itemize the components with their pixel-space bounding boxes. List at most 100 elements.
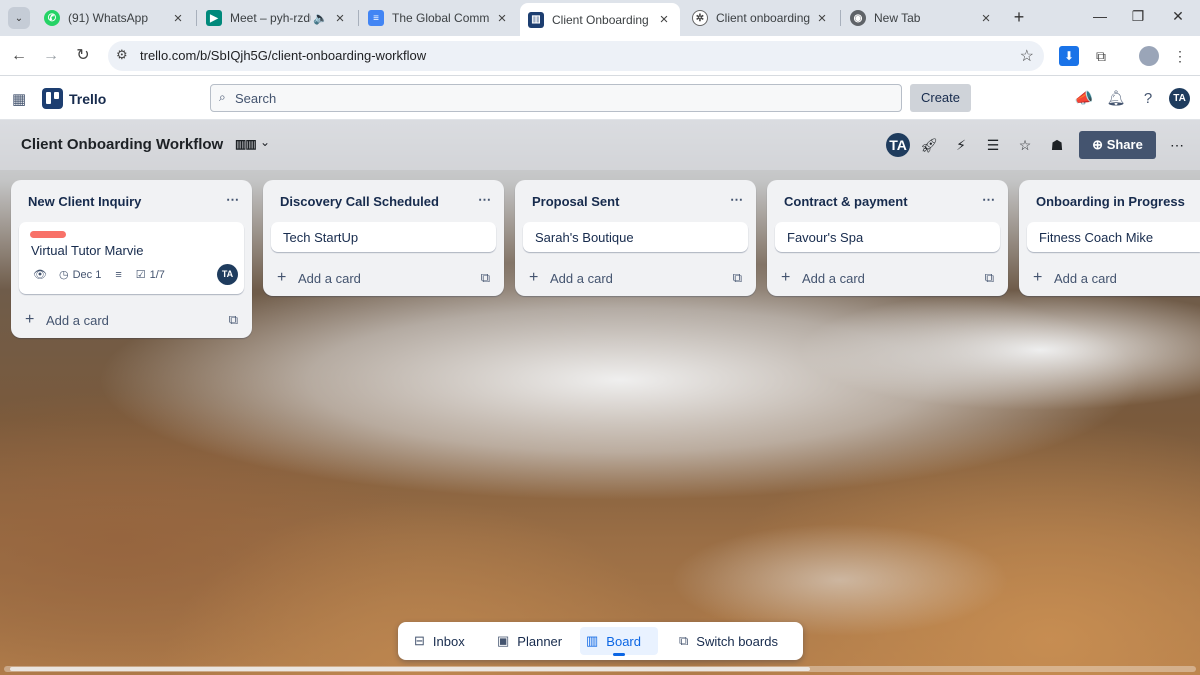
card-badges: 👁︎ ◷ Dec 1 ≡ ☑ 1/7 bbox=[33, 268, 165, 282]
close-icon[interactable]: × bbox=[332, 10, 348, 27]
speaker-icon[interactable]: 🔈 bbox=[313, 11, 328, 25]
board-title[interactable]: Client Onboarding Workflow bbox=[21, 136, 223, 153]
active-view-indicator bbox=[613, 653, 625, 656]
close-icon[interactable]: × bbox=[494, 10, 510, 27]
list-onboarding-in-progress: Onboarding in Progress Fitness Coach Mik… bbox=[1019, 180, 1200, 296]
tab-search-chevron-icon[interactable]: ⌄ bbox=[8, 7, 30, 29]
download-icon[interactable]: ⬇ bbox=[1059, 46, 1079, 66]
list-title[interactable]: Contract & payment bbox=[784, 194, 908, 209]
card-sarahs-boutique[interactable]: Sarah's Boutique bbox=[523, 222, 748, 252]
window-close-icon[interactable]: ✕ bbox=[1168, 8, 1188, 25]
extensions-icon[interactable]: ⧉ bbox=[1091, 46, 1111, 66]
switch-boards-label: Switch boards bbox=[696, 633, 778, 649]
tab-title: Meet – pyh-rzdu bbox=[230, 11, 312, 25]
card-template-icon[interactable]: ⧉ bbox=[481, 270, 490, 286]
share-label: Share bbox=[1106, 137, 1143, 152]
list-proposal-sent: Proposal Sent ⋯ Sarah's Boutique + Add a… bbox=[515, 180, 756, 296]
notifications-bell-icon[interactable]: 🔔︎ bbox=[1106, 89, 1126, 109]
close-icon[interactable]: × bbox=[978, 10, 994, 27]
due-date[interactable]: Dec 1 bbox=[73, 269, 102, 281]
board-label: Board bbox=[606, 633, 641, 649]
add-card-button[interactable]: + Add a card ⧉ bbox=[515, 260, 756, 296]
visibility-icon[interactable]: ☗ bbox=[1047, 135, 1067, 155]
trello-logo[interactable]: Trello bbox=[42, 88, 106, 109]
add-card-button[interactable]: + Add a card ⧉ bbox=[767, 260, 1008, 296]
card-favours-spa[interactable]: Favour's Spa bbox=[775, 222, 1000, 252]
tab-title: Client Onboarding W bbox=[552, 12, 652, 27]
browser-tab-chatgpt[interactable]: ✲ Client onboarding be × bbox=[684, 4, 838, 32]
list-header: New Client Inquiry ⋯ bbox=[11, 180, 252, 222]
app-switcher-icon[interactable]: ▦ bbox=[12, 90, 26, 108]
list-title[interactable]: Onboarding in Progress bbox=[1036, 194, 1185, 209]
star-icon[interactable]: ☆ bbox=[1015, 135, 1035, 155]
scrollbar-thumb[interactable] bbox=[10, 667, 810, 671]
list-menu-icon[interactable]: ⋯ bbox=[730, 192, 744, 208]
trello-icon: ▥ bbox=[528, 11, 544, 28]
back-arrow-icon[interactable]: ← bbox=[8, 45, 30, 67]
browser-tab-trello[interactable]: ▥ Client Onboarding W × bbox=[520, 3, 680, 36]
inbox-button[interactable]: ⊟ Inbox bbox=[408, 627, 471, 655]
close-icon[interactable]: × bbox=[814, 10, 830, 27]
chevron-down-icon[interactable]: ⌄ bbox=[260, 135, 270, 149]
forward-arrow-icon[interactable]: → bbox=[40, 45, 62, 67]
list-menu-icon[interactable]: ⋯ bbox=[478, 192, 492, 208]
watching-eye-icon: 👁︎ bbox=[33, 269, 47, 281]
add-card-button[interactable]: + Add a card ⧉ bbox=[11, 302, 252, 338]
card-fitness-coach-mike[interactable]: Fitness Coach Mike bbox=[1027, 222, 1200, 252]
checklist-count: 1/7 bbox=[149, 268, 165, 281]
switch-boards-button[interactable]: ⧉ Switch boards bbox=[673, 627, 784, 655]
board-menu-icon[interactable]: ⋯ bbox=[1167, 135, 1187, 155]
card-member-avatar[interactable]: TA bbox=[217, 264, 238, 285]
list-header: Contract & payment ⋯ bbox=[767, 180, 1008, 222]
site-settings-icon[interactable]: ⚙ bbox=[116, 47, 128, 63]
card-virtual-tutor-marvie[interactable]: Virtual Tutor Marvie 👁︎ ◷ Dec 1 ≡ ☑ 1/7 … bbox=[19, 222, 244, 294]
profile-avatar-icon[interactable] bbox=[1139, 46, 1159, 66]
user-avatar[interactable]: TA bbox=[1169, 88, 1190, 109]
help-icon[interactable]: ? bbox=[1138, 89, 1158, 109]
board-button[interactable]: ▥ Board bbox=[580, 627, 658, 655]
checklist-icon: ☑ bbox=[135, 269, 146, 281]
card-label-red[interactable] bbox=[30, 231, 66, 238]
search-input[interactable]: ⌕ Search bbox=[210, 84, 902, 112]
close-icon[interactable]: × bbox=[170, 10, 186, 27]
address-bar[interactable]: ⚙ trello.com/b/SbIQjh5G/client-onboardin… bbox=[108, 41, 1044, 71]
list-title[interactable]: New Client Inquiry bbox=[28, 194, 141, 209]
browser-toolbar: ← → ↻ ⚙ trello.com/b/SbIQjh5G/client-onb… bbox=[0, 36, 1200, 76]
list-menu-icon[interactable]: ⋯ bbox=[226, 192, 240, 208]
close-icon[interactable]: × bbox=[656, 11, 672, 28]
add-card-button[interactable]: + Add a card bbox=[1019, 260, 1200, 296]
board-view-icon[interactable]: ▥▥ bbox=[235, 137, 257, 151]
card-tech-startup[interactable]: Tech StartUp bbox=[271, 222, 496, 252]
list-title[interactable]: Proposal Sent bbox=[532, 194, 619, 209]
browser-tab-meet[interactable]: ▶ Meet – pyh-rzdu 🔈 × bbox=[198, 4, 356, 32]
browser-tab-newtab[interactable]: ◉ New Tab × bbox=[842, 4, 1002, 32]
reload-icon[interactable]: ↻ bbox=[72, 45, 94, 67]
card-template-icon[interactable]: ⧉ bbox=[229, 312, 238, 328]
browser-menu-icon[interactable]: ⋮ bbox=[1170, 46, 1190, 66]
add-card-button[interactable]: + Add a card ⧉ bbox=[263, 260, 504, 296]
chatgpt-icon: ✲ bbox=[692, 10, 708, 26]
new-tab-button[interactable]: + bbox=[1008, 6, 1030, 28]
share-button[interactable]: ⊕ Share bbox=[1079, 131, 1156, 159]
card-template-icon[interactable]: ⧉ bbox=[733, 270, 742, 286]
plus-icon: + bbox=[529, 269, 539, 286]
board-member-avatar[interactable]: TA bbox=[886, 133, 910, 157]
url-text[interactable]: trello.com/b/SbIQjh5G/client-onboarding-… bbox=[140, 48, 426, 63]
bookmark-star-icon[interactable]: ☆ bbox=[1020, 46, 1034, 66]
list-menu-icon[interactable]: ⋯ bbox=[982, 192, 996, 208]
megaphone-icon[interactable]: 📣 bbox=[1074, 89, 1094, 109]
browser-tab-whatsapp[interactable]: ✆ (91) WhatsApp × bbox=[36, 4, 194, 32]
minimize-icon[interactable]: — bbox=[1090, 8, 1110, 24]
restore-icon[interactable]: ❐ bbox=[1128, 8, 1148, 25]
power-ups-icon[interactable]: 🚀︎ bbox=[919, 135, 939, 155]
tab-separator bbox=[358, 10, 359, 26]
list-discovery-call-scheduled: Discovery Call Scheduled ⋯ Tech StartUp … bbox=[263, 180, 504, 296]
list-title[interactable]: Discovery Call Scheduled bbox=[280, 194, 439, 209]
browser-tab-docs[interactable]: ≡ The Global Commun × bbox=[360, 4, 518, 32]
planner-button[interactable]: ▣ Planner bbox=[491, 627, 568, 655]
plus-icon: + bbox=[1033, 269, 1043, 286]
filter-icon[interactable]: ☰ bbox=[983, 135, 1003, 155]
automation-icon[interactable]: ⚡︎ bbox=[951, 135, 971, 155]
create-button[interactable]: Create bbox=[910, 84, 971, 112]
card-template-icon[interactable]: ⧉ bbox=[985, 270, 994, 286]
